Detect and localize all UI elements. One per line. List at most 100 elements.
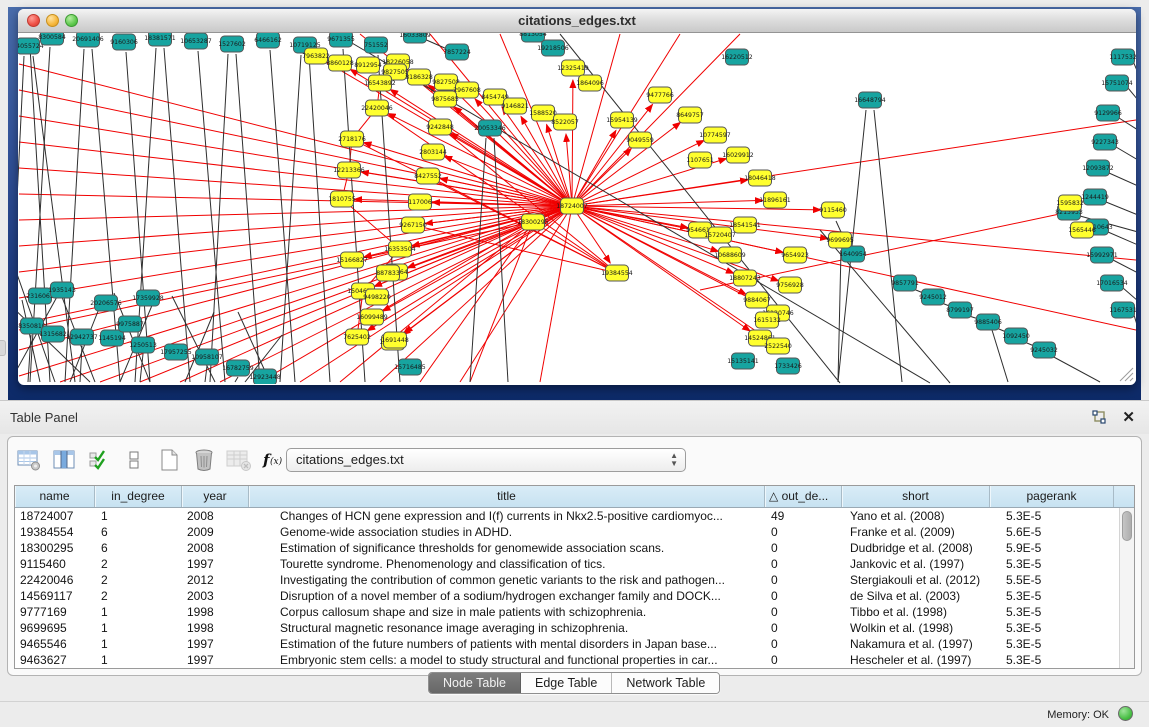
graph-node-label: 9242848	[426, 124, 454, 131]
graph-node-label: 9115460	[819, 207, 847, 214]
table-row[interactable]: 1872400712008Changes of HCN gene express…	[15, 508, 1134, 524]
cell-title: Changes of HCN gene expression and I(f) …	[249, 508, 765, 524]
graph-node-label: 12213366	[333, 167, 365, 174]
cell-pagerank: 5.3E-5	[990, 556, 1114, 572]
memory-status-indicator[interactable]	[1118, 706, 1133, 721]
graph-node-label: 8522057	[551, 119, 579, 126]
cell-short: Jankovic et al. (1997)	[842, 556, 990, 572]
cell-pagerank: 5.3E-5	[990, 508, 1114, 524]
tab-node-table[interactable]: Node Table	[429, 673, 521, 693]
cell-out_de: 0	[765, 588, 842, 604]
row-selection-icon[interactable]	[86, 447, 112, 473]
table-row[interactable]: 977716911998Corpus callosum shape and si…	[15, 604, 1134, 620]
graph-node-label: 2803144	[419, 149, 447, 156]
graph-node-label: 9699695	[826, 237, 854, 244]
graph-node-label: 19218506	[537, 45, 569, 52]
table-row[interactable]: 969969511998Structural magnetic resonanc…	[15, 620, 1134, 636]
cell-short: Wolkin et al. (1998)	[842, 620, 990, 636]
cell-out_de: 0	[765, 524, 842, 540]
network-window-titlebar[interactable]: citations_edges.txt	[18, 9, 1136, 33]
cell-name: 9777169	[15, 604, 95, 620]
network-window-title: citations_edges.txt	[18, 13, 1136, 28]
graph-node-label: 15135141	[727, 358, 759, 365]
graph-node-label: 1810755	[328, 196, 356, 203]
table-scrollbar[interactable]	[1119, 508, 1134, 668]
graph-node-label: 1250513	[129, 342, 157, 349]
table-selector-combobox[interactable]: citations_edges.txt ▲▼	[286, 448, 686, 472]
graph-node-label: 8186328	[405, 74, 433, 81]
cell-title: Investigating the contribution of common…	[249, 572, 765, 588]
graph-node-label: 16033809	[399, 33, 431, 39]
table-row[interactable]: 2242004622012Investigating the contribut…	[15, 572, 1134, 588]
graph-node-label: 9756928	[776, 282, 804, 289]
cell-year: 1997	[182, 636, 249, 652]
table-row[interactable]: 946554611997Estimation of the future num…	[15, 636, 1134, 652]
scrollbar-thumb[interactable]	[1122, 511, 1132, 541]
cell-short: de Silva et al. (2003)	[842, 588, 990, 604]
graph-node-label: 1615132	[753, 317, 781, 324]
citation-graph[interactable]: 1405572483005842069140691603061838157110…	[18, 33, 1136, 384]
cell-name: 14569117	[15, 588, 95, 604]
table-mode-icon[interactable]	[16, 447, 42, 473]
graph-node-label: 9245012	[919, 294, 947, 301]
tab-edge-table[interactable]: Edge Table	[521, 673, 612, 693]
network-view-window[interactable]: citations_edges.txt 14055724830058420691…	[18, 9, 1136, 385]
delete-table-icon[interactable]	[226, 447, 252, 473]
graph-node-label: 11896161	[759, 197, 791, 204]
graph-node-label: 18381571	[144, 35, 176, 42]
graph-node-label: 1565446	[1068, 227, 1096, 234]
graph-node-label: 10958107	[191, 354, 223, 361]
graph-node-label: 9049559	[626, 137, 654, 144]
column-header-out_de[interactable]: △ out_de...	[765, 486, 842, 507]
graph-node-label: 9885406	[974, 319, 1002, 326]
graph-node-label: 751552	[364, 42, 388, 49]
cell-title: Corpus callosum shape and size in male p…	[249, 604, 765, 620]
table-row[interactable]: 1456911722003Disruption of a novel membe…	[15, 588, 1134, 604]
cell-pagerank: 5.6E-5	[990, 524, 1114, 540]
column-header-title[interactable]: title	[249, 486, 765, 507]
cell-name: 22420046	[15, 572, 95, 588]
cell-out_de: 0	[765, 636, 842, 652]
cell-in_degree: 1	[95, 508, 182, 524]
cell-pagerank: 5.3E-5	[990, 604, 1114, 620]
close-panel-icon[interactable]: ✕	[1122, 408, 1135, 426]
float-window-icon[interactable]	[1092, 410, 1107, 425]
column-header-in_degree[interactable]: in_degree	[95, 486, 182, 507]
table-row[interactable]: 946362711997Embryonic stem cells: a mode…	[15, 652, 1134, 668]
column-header-year[interactable]: year	[182, 486, 249, 507]
show-columns-icon[interactable]	[51, 447, 77, 473]
tab-network-table[interactable]: Network Table	[612, 673, 719, 693]
delete-column-icon[interactable]	[191, 447, 217, 473]
cell-pagerank: 5.3E-5	[990, 652, 1114, 668]
column-header-name[interactable]: name	[15, 486, 95, 507]
graph-node-label: 18724007	[556, 203, 588, 210]
rows-icon[interactable]	[121, 447, 147, 473]
graph-node-label: 10774597	[699, 132, 731, 139]
cell-year: 1997	[182, 652, 249, 668]
cell-year: 1998	[182, 604, 249, 620]
graph-node-label: 9654923	[781, 252, 809, 259]
table-row[interactable]: 1830029562008Estimation of significance …	[15, 540, 1134, 556]
column-header-pagerank[interactable]: pagerank	[990, 486, 1114, 507]
cell-pagerank: 5.9E-5	[990, 540, 1114, 556]
graph-node-label: 17016534	[1096, 280, 1128, 287]
table-row[interactable]: 1938455462009Genome-wide association stu…	[15, 524, 1134, 540]
function-builder-icon[interactable]: f(x)	[261, 447, 287, 473]
graph-node-label: 16029912	[722, 152, 754, 159]
graph-node-label: 1244419	[1081, 194, 1109, 201]
column-header-short[interactable]: short	[842, 486, 990, 507]
graph-node-label: 9884067	[743, 297, 771, 304]
graph-node-label: 1107651	[686, 157, 714, 164]
panel-collapse-handle[interactable]	[0, 340, 6, 356]
network-canvas[interactable]: 1405572483005842069140691603061838157110…	[18, 33, 1136, 384]
graph-node-label: 14055724	[18, 43, 44, 50]
table-row[interactable]: 911546021997Tourette syndrome. Phenomeno…	[15, 556, 1134, 572]
cell-out_de: 0	[765, 540, 842, 556]
cell-name: 9465546	[15, 636, 95, 652]
graph-node-label: 22420046	[361, 105, 393, 112]
graph-node-label: 8912954	[354, 62, 382, 69]
resize-grip[interactable]	[1120, 368, 1133, 381]
cell-short: Franke et al. (2009)	[842, 524, 990, 540]
new-column-icon[interactable]	[156, 447, 182, 473]
graph-node-label: 7857224	[443, 49, 471, 56]
